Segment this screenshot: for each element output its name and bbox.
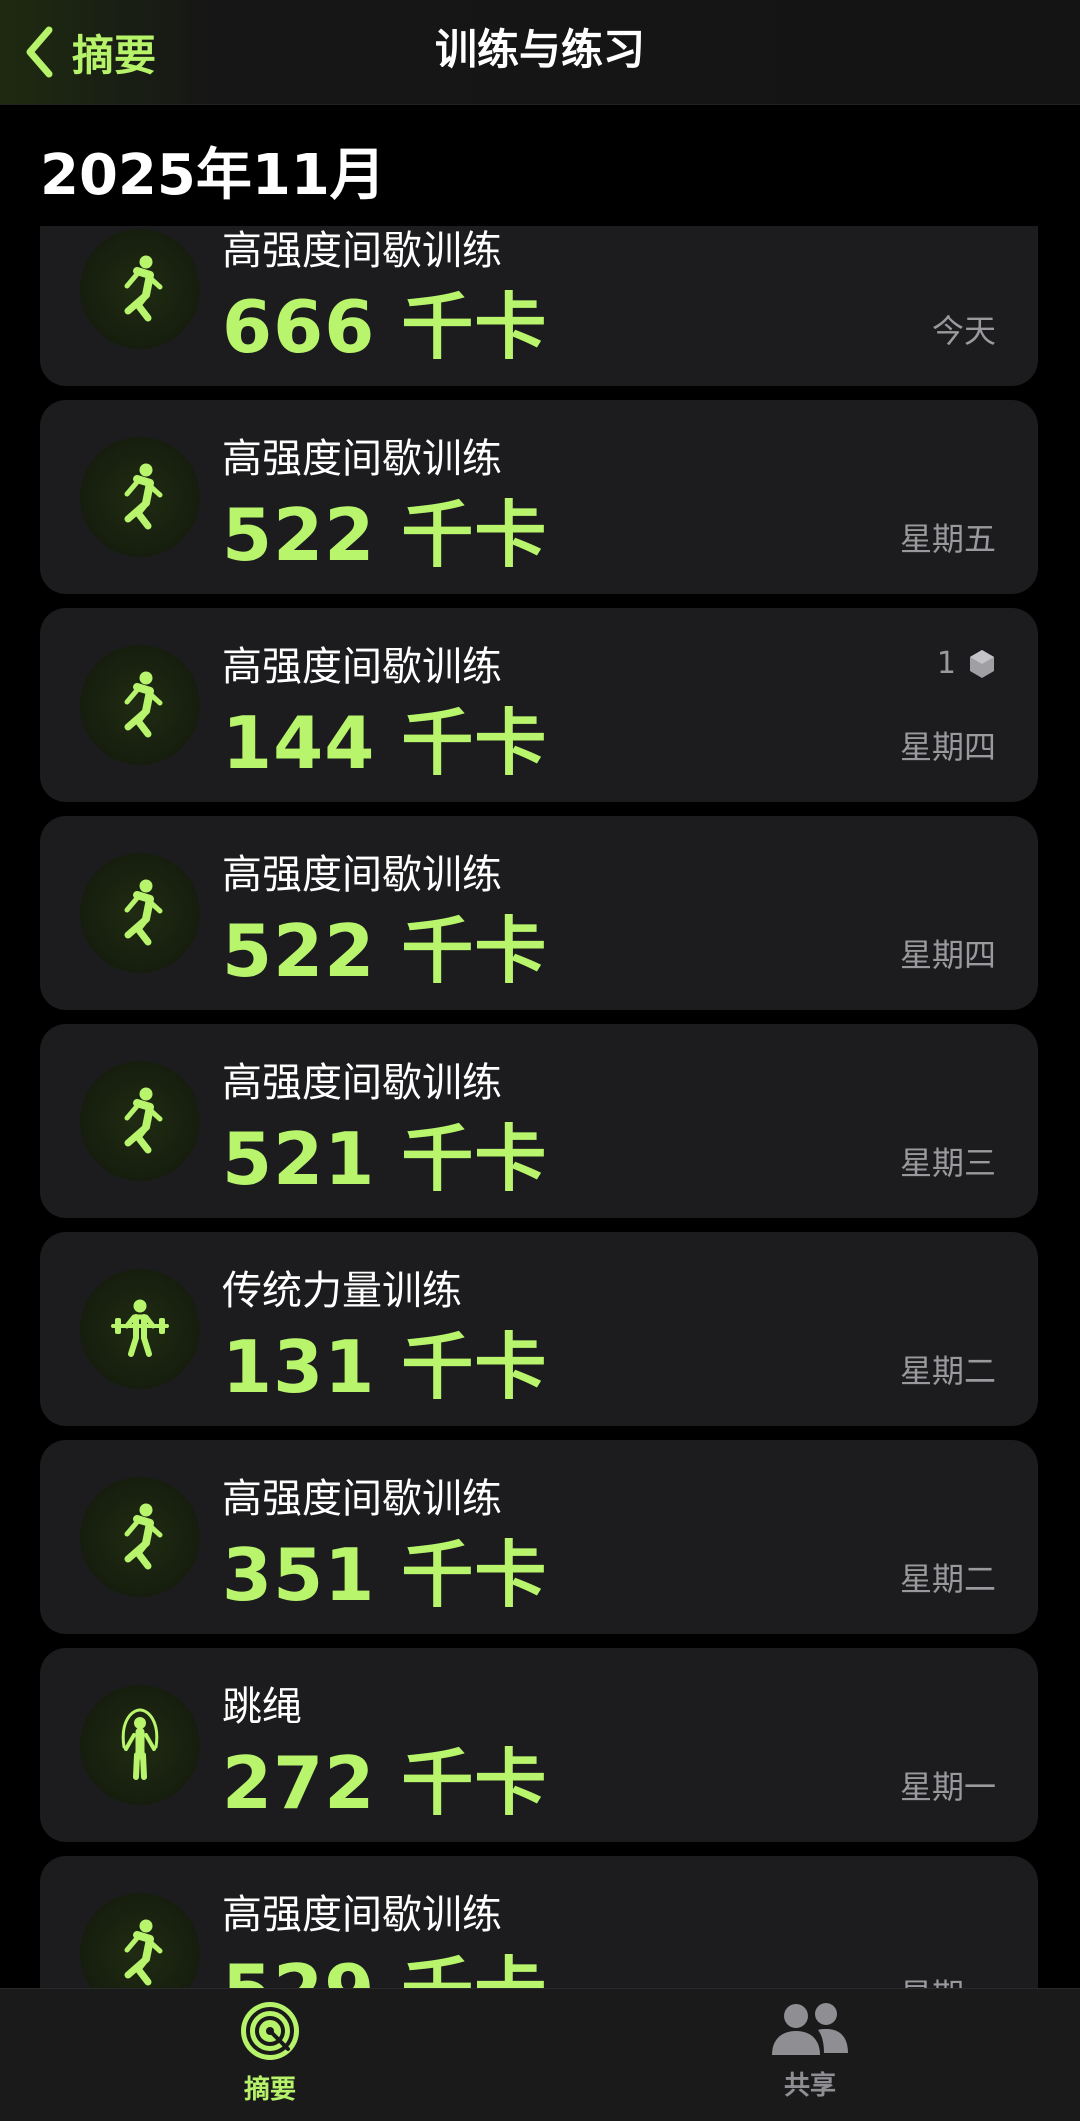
navigation-bar: 训练与练习 摘要 [0, 0, 1080, 105]
workout-calories: 131 千卡 [222, 1325, 548, 1409]
workout-calories: 666 千卡 [222, 285, 548, 369]
award-count: 1 [936, 646, 956, 681]
tab-sharing-label: 共享 [783, 2071, 836, 2101]
workout-calories: 521 千卡 [222, 1117, 548, 1201]
back-button[interactable]: 摘要 [24, 16, 156, 88]
workout-icon-circle [80, 853, 200, 973]
workout-day: 今天 [931, 312, 996, 350]
workout-icon-circle [80, 1685, 200, 1805]
workout-day: 星期四 [899, 728, 996, 766]
workout-day: 星期二 [899, 1560, 996, 1598]
tab-summary[interactable]: 摘要 [190, 1999, 350, 2115]
hiit-runner-icon [124, 879, 163, 946]
weightlifting-icon [111, 1299, 169, 1357]
workout-day: 星期三 [899, 1144, 996, 1182]
hiit-runner-icon [124, 463, 163, 530]
workout-list[interactable]: 高强度间歇训练 666 千卡 今天 高强度间歇训练 522 千卡 星期五 高强度… [0, 0, 1080, 2120]
people-icon [772, 2003, 848, 2055]
workout-icon-circle [80, 229, 200, 349]
award-hexagon-icon [970, 649, 994, 678]
award-badge: 1 [937, 646, 996, 681]
hiit-runner-icon [124, 255, 163, 322]
workout-calories: 144 千卡 [222, 701, 548, 785]
workout-card[interactable]: 高强度间歇训练 522 千卡 星期四 [40, 816, 1038, 1010]
workout-day: 星期四 [899, 936, 996, 974]
tab-summary-label: 摘要 [243, 2075, 296, 2105]
workout-card[interactable]: 跳绳 272 千卡 星期一 [40, 1648, 1038, 1842]
tab-bar: 摘要 共享 [0, 1988, 1080, 2121]
workout-calories: 272 千卡 [222, 1741, 548, 1825]
workout-calories: 351 千卡 [222, 1533, 548, 1617]
workout-icon-circle [80, 437, 200, 557]
tab-sharing[interactable]: 共享 [730, 1999, 890, 2115]
hiit-runner-icon [124, 1919, 163, 1986]
workout-calories: 522 千卡 [222, 493, 548, 577]
month-title: 2025年11月 [40, 143, 386, 208]
jump-rope-icon [121, 1708, 159, 1780]
workout-icon-circle [80, 645, 200, 765]
hiit-runner-icon [124, 1503, 163, 1570]
workout-icon-circle [80, 1269, 200, 1389]
section-header: 2025年11月 [0, 104, 1080, 226]
hiit-runner-icon [124, 1087, 163, 1154]
workout-day: 星期一 [899, 1768, 996, 1806]
workout-card[interactable]: 高强度间歇训练 144 千卡 1 星期四 [40, 608, 1038, 802]
hiit-runner-icon [124, 671, 163, 738]
back-button-label: 摘要 [72, 30, 157, 80]
page-title: 训练与练习 [434, 25, 645, 74]
workout-calories: 522 千卡 [222, 909, 548, 993]
workout-icon-circle [80, 1061, 200, 1181]
activity-rings-icon [241, 2002, 299, 2060]
workout-icon-circle [80, 1477, 200, 1597]
chevron-left-icon [26, 26, 53, 78]
workout-card[interactable]: 高强度间歇训练 521 千卡 星期三 [40, 1024, 1038, 1218]
workout-day: 星期五 [899, 520, 996, 558]
workout-day: 星期二 [899, 1352, 996, 1390]
workout-card[interactable]: 传统力量训练 131 千卡 星期二 [40, 1232, 1038, 1426]
workout-card[interactable]: 高强度间歇训练 351 千卡 星期二 [40, 1440, 1038, 1634]
workout-card[interactable]: 高强度间歇训练 522 千卡 星期五 [40, 400, 1038, 594]
